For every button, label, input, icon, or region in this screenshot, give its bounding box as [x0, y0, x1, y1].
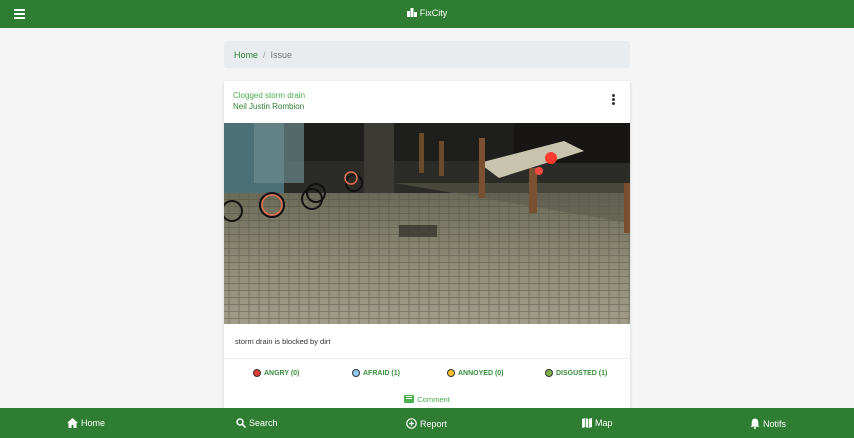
issue-description: storm drain is blocked by dirt: [235, 337, 331, 346]
add-circle-icon: [406, 418, 417, 429]
comment-button[interactable]: Comment: [224, 395, 630, 404]
reaction-disgusted-label: DISGUSTED (1): [556, 370, 608, 377]
map-icon: [582, 418, 592, 428]
reaction-afraid-button[interactable]: AFRAID (1): [352, 369, 400, 377]
more-options-icon[interactable]: [610, 94, 616, 106]
nav-report-label: Report: [420, 419, 448, 429]
app-brand[interactable]: FixCity: [0, 8, 854, 18]
nav-home-label: Home: [81, 418, 106, 428]
reaction-angry-button[interactable]: ANGRY (0): [253, 369, 299, 377]
issue-photo: [224, 123, 630, 324]
nav-notifs-label: Notifs: [763, 419, 787, 429]
city-icon: [406, 8, 417, 17]
disgusted-emoji-icon: [545, 369, 553, 377]
reaction-disgusted-button[interactable]: DISGUSTED (1): [545, 369, 607, 377]
nav-search[interactable]: Search: [236, 418, 278, 429]
nav-map-label: Map: [595, 418, 613, 428]
nav-home[interactable]: Home: [67, 418, 105, 428]
breadcrumb-home-link[interactable]: Home: [234, 50, 258, 60]
afraid-emoji-icon: [352, 369, 360, 377]
reaction-afraid-label: AFRAID (1): [363, 370, 400, 377]
reaction-bar: ANGRY (0) AFRAID (1) ANNOYED (0) DISGUST…: [224, 369, 630, 381]
card-divider: [224, 358, 630, 359]
reaction-annoyed-label: ANNOYED (0): [458, 370, 504, 377]
breadcrumb-current: Issue: [270, 50, 293, 60]
nav-notifs[interactable]: Notifs: [750, 418, 786, 429]
issue-title[interactable]: Clogged storm drain: [233, 91, 305, 100]
nav-search-label: Search: [249, 418, 278, 428]
home-icon: [67, 418, 78, 428]
issue-author[interactable]: Neil Justin Rombion: [233, 102, 304, 111]
bottom-navigation: Home Search Report Map Notifs: [0, 408, 854, 438]
reaction-annoyed-button[interactable]: ANNOYED (0): [447, 369, 504, 377]
breadcrumb: Home / Issue: [224, 41, 630, 68]
app-title: FixCity: [419, 8, 448, 18]
bell-icon: [750, 418, 760, 429]
top-app-bar: FixCity: [0, 0, 854, 28]
breadcrumb-separator: /: [263, 50, 266, 60]
nav-map[interactable]: Map: [582, 418, 613, 428]
issue-card: Clogged storm drain Neil Justin Rombion: [224, 81, 630, 411]
reaction-angry-label: ANGRY (0): [264, 370, 300, 377]
comment-label: Comment: [417, 395, 450, 404]
nav-report[interactable]: Report: [406, 418, 447, 429]
comment-icon: [404, 395, 415, 403]
annoyed-emoji-icon: [447, 369, 455, 377]
search-icon: [236, 418, 247, 429]
angry-emoji-icon: [253, 369, 261, 377]
